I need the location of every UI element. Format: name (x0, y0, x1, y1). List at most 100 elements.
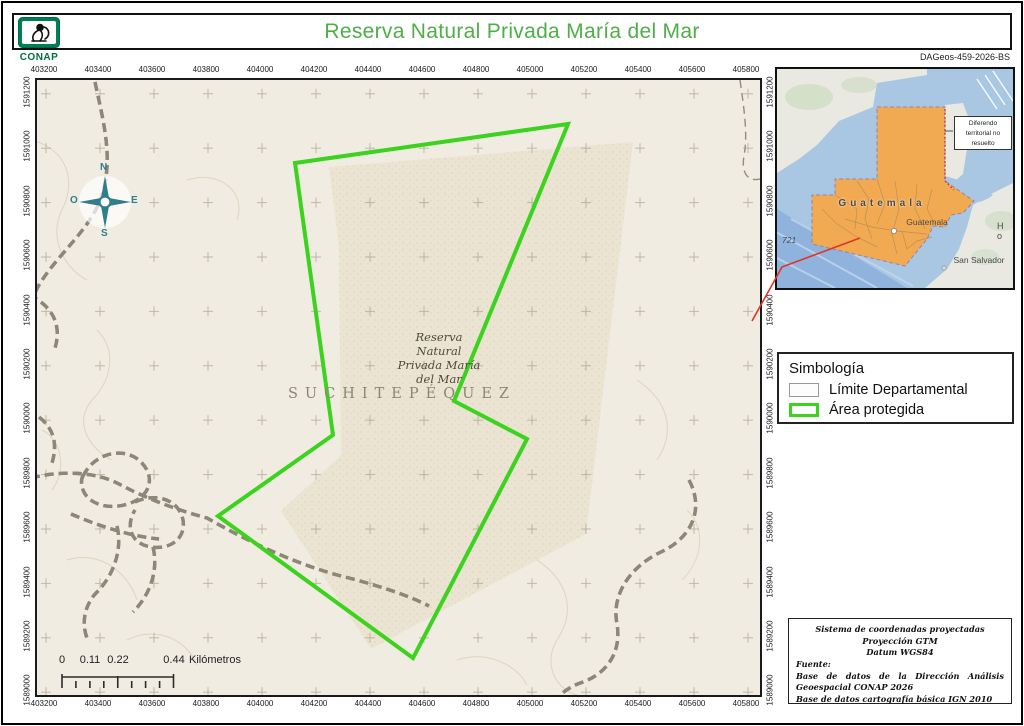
department-name-label: SUCHITEPÉQUEZ (288, 386, 516, 402)
conap-logo-icon (18, 17, 60, 48)
credits: Sistema de coordenadas proyectadas Proye… (788, 618, 1012, 704)
x-coordinate-label-bottom: 403800 (192, 699, 220, 708)
y-coordinate-label-left: 1589200 (22, 620, 32, 652)
scale-label: 0 (58, 654, 66, 666)
legend: Simbología Límite Departamental Área pro… (777, 352, 1014, 424)
y-coordinate-label-left: 1590600 (22, 239, 32, 271)
y-coordinate-label-right: 1589800 (765, 457, 775, 489)
x-coordinate-label-bottom: 403400 (84, 699, 112, 708)
compass-north-label: N (100, 162, 108, 173)
y-coordinate-label-left: 1589600 (22, 511, 32, 543)
y-coordinate-label-left: 1591200 (22, 76, 32, 108)
x-coordinate-label-top: 405400 (624, 65, 652, 74)
compass-west-label: O (70, 195, 78, 206)
credits-line: Proyección GTM (862, 635, 938, 646)
y-coordinate-label-left: 1590800 (22, 185, 32, 217)
legend-item-departmental: Límite Departamental (789, 382, 1002, 398)
x-coordinate-label-top: 405800 (732, 65, 760, 74)
y-coordinate-label-right: 1589000 (765, 674, 775, 706)
x-coordinate-label-top: 404000 (246, 65, 274, 74)
y-coordinate-label-right: 1591200 (765, 76, 775, 108)
credits-source-line: Base de datos cartografía básica IGN 201… (796, 693, 993, 704)
x-coordinate-label-top: 404800 (462, 65, 490, 74)
scale-label: 0.44 (163, 654, 185, 666)
reserve-name-line: del Mar (416, 372, 462, 386)
y-coordinate-label-left: 1589000 (22, 674, 32, 706)
credits-line: Datum WGS84 (866, 647, 934, 658)
legend-item-protected: Área protegida (789, 402, 1002, 418)
inset-honduras-label: H o (997, 221, 1007, 241)
x-coordinate-label-bottom: 404000 (246, 699, 274, 708)
y-coordinate-label-right: 1589200 (765, 620, 775, 652)
note-line: resuelto (971, 139, 995, 147)
inset-country-label: Guatemala (838, 198, 926, 209)
x-coordinate-label-bottom: 405600 (678, 699, 706, 708)
inset-road-number-label: 721 (782, 235, 797, 245)
y-coordinate-label-right: 1590000 (765, 402, 775, 434)
inset-locator-map: Guatemala Guatemala San Salvador 721 H o… (775, 67, 1015, 290)
x-coordinate-label-top: 405600 (678, 65, 706, 74)
y-coordinate-label-right: 1591000 (765, 130, 775, 162)
x-coordinate-label-top: 403600 (138, 65, 166, 74)
territorial-dispute-note: Diferendo territorial no resuelto (954, 116, 1012, 150)
main-map: Reserva Natural Privada María del Mar SU… (35, 78, 762, 697)
note-line: territorial no (965, 129, 1001, 137)
scale-label: 0.22 (107, 654, 129, 666)
y-coordinate-label-left: 1590200 (22, 348, 32, 380)
x-coordinate-label-bottom: 404400 (354, 699, 382, 708)
y-coordinate-label-right: 1589400 (765, 566, 775, 598)
inset-capital-label: Guatemala (906, 217, 948, 227)
y-coordinate-label-right: 1590200 (765, 348, 775, 380)
x-coordinate-label-top: 403200 (30, 65, 58, 74)
y-coordinate-label-left: 1590400 (22, 294, 32, 326)
x-coordinate-label-bottom: 405400 (624, 699, 652, 708)
departmental-boundary-swatch (789, 383, 819, 397)
scale-unit-label: Kilómetros (189, 654, 241, 666)
compass-rose: N S E O (69, 162, 141, 240)
credits-source-line: Base de datos de la Dirección Análisis G… (796, 670, 1004, 693)
sheet: Reserva Natural Privada María del Mar CO… (0, 0, 1024, 726)
x-coordinate-label-bottom: 404600 (408, 699, 436, 708)
x-coordinate-label-top: 403800 (192, 65, 220, 74)
y-coordinate-label-left: 1590000 (22, 402, 32, 434)
x-coordinate-label-bottom: 404200 (300, 699, 328, 708)
protected-area-swatch (789, 403, 819, 417)
inset-city-label: San Salvador (953, 255, 1005, 265)
y-coordinate-label-left: 1591000 (22, 130, 32, 162)
y-coordinate-label-right: 1589600 (765, 511, 775, 543)
header: Reserva Natural Privada María del Mar (12, 13, 1012, 50)
x-coordinate-label-bottom: 405000 (516, 699, 544, 708)
reserve-name-line: Reserva (415, 330, 463, 344)
credits-line: Sistema de coordenadas proyectadas (815, 624, 985, 634)
scale-bar-ticks (61, 674, 175, 688)
x-coordinate-label-top: 405200 (570, 65, 598, 74)
reserve-name-line: Natural (416, 344, 462, 358)
x-coordinate-label-bottom: 403200 (30, 699, 58, 708)
y-coordinate-label-right: 1590800 (765, 185, 775, 217)
legend-item-label: Área protegida (829, 402, 925, 418)
y-coordinate-label-right: 1590400 (765, 294, 775, 326)
document-code: DAGeos-459-2026-BS (919, 52, 1010, 62)
y-coordinate-label-right: 1590600 (765, 239, 775, 271)
x-coordinate-label-top: 404200 (300, 65, 328, 74)
compass-east-label: E (131, 195, 138, 206)
x-coordinate-label-top: 404600 (408, 65, 436, 74)
reserve-name-line: Privada María (397, 358, 481, 372)
credits-source-label: Fuente: (796, 658, 831, 669)
x-coordinate-label-top: 403400 (84, 65, 112, 74)
x-coordinate-label-bottom: 403600 (138, 699, 166, 708)
scale-bar: 0 0.11 0.22 0.44 Kilómetros (55, 652, 290, 692)
page-title: Reserva Natural Privada María del Mar (324, 19, 700, 43)
conap-logo-label: CONAP (16, 52, 62, 63)
legend-item-label: Límite Departamental (829, 382, 968, 398)
x-coordinate-label-top: 404400 (354, 65, 382, 74)
conap-logo: CONAP (16, 17, 62, 63)
x-coordinate-label-bottom: 405200 (570, 699, 598, 708)
x-coordinate-label-bottom: 405800 (732, 699, 760, 708)
y-coordinate-label-left: 1589800 (22, 457, 32, 489)
reserve-name-label: Reserva Natural Privada María del Mar (354, 330, 524, 386)
legend-title: Simbología (789, 360, 865, 377)
x-coordinate-label-top: 405000 (516, 65, 544, 74)
x-coordinate-label-bottom: 404800 (462, 699, 490, 708)
y-coordinate-label-left: 1589400 (22, 566, 32, 598)
